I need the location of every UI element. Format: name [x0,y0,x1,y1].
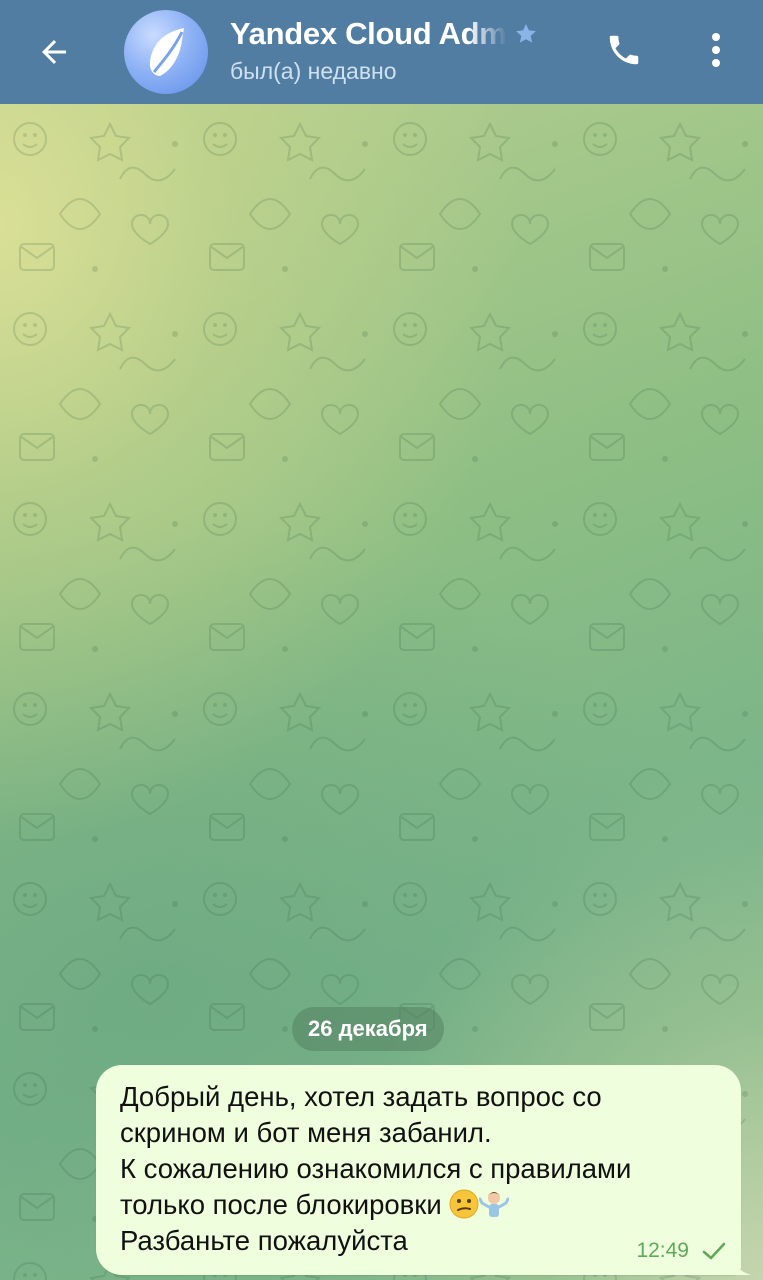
person-shrugging-emoji [479,1192,510,1217]
message-line: скрином и бот меня забанил. [120,1117,492,1148]
star-icon [515,24,536,43]
yandex-cloud-logo-icon [149,28,184,76]
message-meta: 12:49 [636,1239,727,1263]
back-button[interactable] [22,20,86,84]
confused-face-emoji [449,1189,479,1219]
message-line: только после блокировки [120,1189,442,1220]
message-text: Добрый день, хотел задать вопрос со скри… [120,1079,717,1259]
chat-screen: Yandex Cloud Adm был(а) недавно 26 декаб… [0,0,763,1280]
more-menu-button[interactable] [690,22,742,78]
chat-header: Yandex Cloud Adm был(а) недавно [0,0,763,104]
more-vertical-icon [712,33,720,67]
chat-title: Yandex Cloud Adm [230,16,507,51]
message-line: Разбаньте пожалуйста [120,1225,408,1256]
chat-message-area[interactable]: 26 декабря Добрый день, хотел задать воп… [0,104,763,1280]
chat-avatar[interactable] [124,10,208,94]
chat-title-area[interactable]: Yandex Cloud Adm был(а) недавно [230,14,560,85]
bubble-tail [731,1255,751,1275]
message-time: 12:49 [636,1239,689,1262]
call-button[interactable] [596,22,652,78]
outgoing-message-bubble[interactable]: Добрый день, хотел задать вопрос со скри… [96,1065,751,1275]
message-line: Добрый день, хотел задать вопрос со [120,1081,602,1112]
phone-icon [609,35,639,65]
arrow-left-icon [42,40,66,64]
message-line: К сожалению ознакомился с правилами [120,1153,632,1184]
single-check-icon [702,1242,726,1260]
chat-status: был(а) недавно [230,58,397,84]
date-separator: 26 декабря [292,1007,444,1051]
